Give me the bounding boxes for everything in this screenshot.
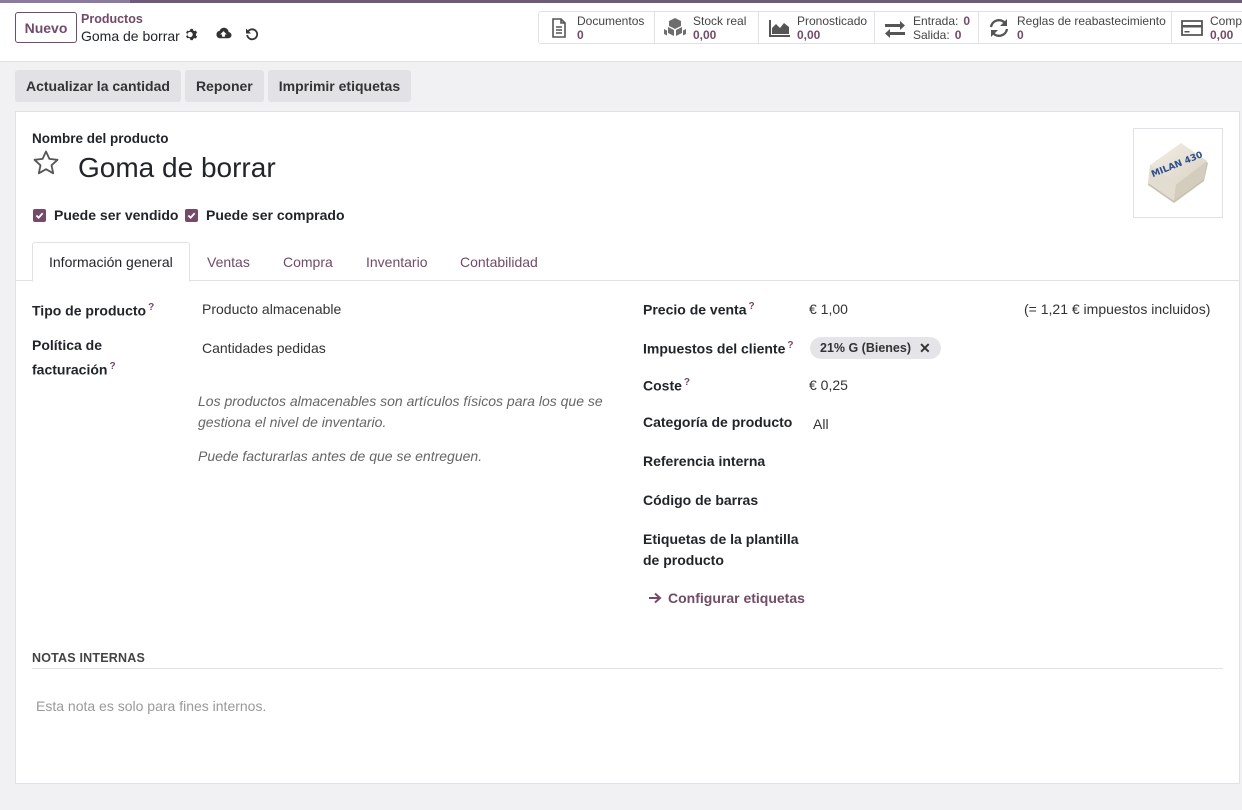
arrow-right-icon <box>649 592 662 604</box>
document-icon <box>552 17 566 38</box>
category-label: Categoría de producto <box>643 414 793 430</box>
update-quantity-button[interactable]: Actualizar la cantidad <box>15 70 181 102</box>
purchased-stat-button[interactable]: Compr0,00 <box>1172 11 1242 44</box>
internal-notes-header: NOTAS INTERNAS <box>32 651 145 665</box>
category-field[interactable]: All <box>813 416 829 432</box>
product-name-label: Nombre del producto <box>32 131 169 146</box>
invoice-policy-field[interactable]: Cantidades pedidas <box>202 340 326 356</box>
control-panel: Nuevo Productos Goma de borrar Documento… <box>0 3 1242 62</box>
tooltip-icon[interactable]: ? <box>684 377 690 388</box>
forecast-value: 0,00 <box>797 27 821 42</box>
can-be-sold-checkbox[interactable]: Puede ser vendido <box>33 207 178 223</box>
cost-field[interactable]: € 0,25 <box>809 377 848 393</box>
product-type-field[interactable]: Producto almacenable <box>202 301 341 317</box>
sale-price-label: Precio de venta? <box>643 301 755 318</box>
barcode-label: Código de barras <box>643 492 759 508</box>
reorder-rules-stat-button[interactable]: Reglas de reabastecimiento 0 <box>979 11 1172 44</box>
moves-in-label: Entrada: <box>913 13 959 28</box>
new-button[interactable]: Nuevo <box>15 12 77 43</box>
customer-taxes-label: Impuestos del cliente? <box>643 340 794 357</box>
tab-sales[interactable]: Ventas <box>191 242 266 281</box>
template-tags-label: Etiquetas de la plantilla de producto <box>643 531 799 568</box>
forecast-stat-button[interactable]: Pronosticado 0,00 <box>759 11 875 44</box>
credit-card-icon <box>1181 19 1203 36</box>
sale-price-field[interactable]: € 1,00 <box>809 301 848 317</box>
invoice-policy-hint: Puede facturarlas antes de que se entreg… <box>198 448 483 464</box>
product-type-label: Tipo de producto? <box>32 302 155 319</box>
reorder-label: Reglas de reabastecimiento <box>1017 13 1166 28</box>
moves-in-value: 0 <box>963 13 971 28</box>
area-chart-icon <box>769 19 790 37</box>
notebook-tabs: Información general Ventas Compra Invent… <box>16 242 1239 282</box>
cost-label: Coste? <box>643 377 691 394</box>
internal-notes-field[interactable]: Esta nota es solo para fines internos. <box>36 698 266 714</box>
star-icon[interactable] <box>32 149 60 177</box>
refresh-icon <box>989 18 1009 37</box>
product-name-field[interactable]: Goma de borrar <box>78 152 276 184</box>
purchased-label: Compr <box>1210 13 1242 28</box>
undo-icon[interactable] <box>245 27 259 41</box>
tooltip-icon[interactable]: ? <box>148 302 154 313</box>
customer-tax-tag: 21% G (Bienes) ✕ <box>810 337 941 359</box>
replenish-button[interactable]: Reponer <box>184 70 264 102</box>
cloud-upload-icon[interactable] <box>215 26 232 41</box>
stock-value: 0,00 <box>693 27 717 42</box>
gear-icon[interactable] <box>184 27 199 42</box>
breadcrumb: Productos Goma de borrar <box>81 12 180 44</box>
eraser-image: MILAN 430 <box>1148 143 1208 203</box>
smart-buttons: Documentos 0 Stock real 0,00 Pronosticado 0… <box>538 11 1242 44</box>
stock-label: Stock real <box>693 13 747 28</box>
tab-purchase[interactable]: Compra <box>267 242 349 281</box>
checkbox-checked-icon <box>33 208 46 222</box>
can-be-sold-label: Puede ser vendido <box>54 207 179 223</box>
documents-stat-button[interactable]: Documentos 0 <box>538 11 655 44</box>
breadcrumb-parent-link[interactable]: Productos <box>81 12 180 26</box>
reorder-value: 0 <box>1017 27 1024 42</box>
moves-out-label: Salida: <box>913 27 950 42</box>
tab-inventory[interactable]: Inventario <box>350 242 443 281</box>
documents-value: 0 <box>577 27 584 42</box>
breadcrumb-current: Goma de borrar <box>81 28 180 44</box>
tooltip-icon[interactable]: ? <box>749 301 755 312</box>
tooltip-icon[interactable]: ? <box>109 361 115 372</box>
tab-accounting[interactable]: Contabilidad <box>444 242 554 281</box>
forecast-label: Pronosticado <box>797 13 868 28</box>
tooltip-icon[interactable]: ? <box>787 340 793 351</box>
moves-out-value: 0 <box>954 27 962 42</box>
can-be-purchased-checkbox[interactable]: Puede ser comprado <box>185 207 345 223</box>
internal-reference-label: Referencia interna <box>643 453 766 469</box>
tab-general-information[interactable]: Información general <box>32 242 190 282</box>
sale-price-taxed-text: (= 1,21 € impuestos incluidos) <box>1024 301 1211 317</box>
remove-tag-icon[interactable]: ✕ <box>919 340 931 357</box>
form-sheet: Nombre del producto Goma de borrar Puede… <box>15 111 1240 784</box>
product-type-hint: Los productos almacenables son artículos… <box>198 393 603 430</box>
configure-tags-link[interactable]: Configurar etiquetas <box>648 590 805 606</box>
print-labels-button[interactable]: Imprimir etiquetas <box>267 70 412 102</box>
action-bar: Actualizar la cantidad Reponer Imprimir … <box>15 70 412 102</box>
purchased-value: 0,00 <box>1210 27 1234 42</box>
divider <box>32 668 1223 669</box>
can-be-purchased-label: Puede ser comprado <box>206 207 345 223</box>
invoice-policy-label: Política de facturación? <box>32 337 116 378</box>
product-image[interactable]: MILAN 430 <box>1133 128 1223 218</box>
exchange-icon <box>885 20 905 38</box>
checkbox-checked-icon <box>185 208 198 222</box>
stock-stat-button[interactable]: Stock real 0,00 <box>655 11 759 44</box>
cubes-icon <box>664 17 686 36</box>
moves-stat-button[interactable]: Entrada: 0 Salida: 0 <box>875 11 979 44</box>
documents-label: Documentos <box>577 13 645 28</box>
